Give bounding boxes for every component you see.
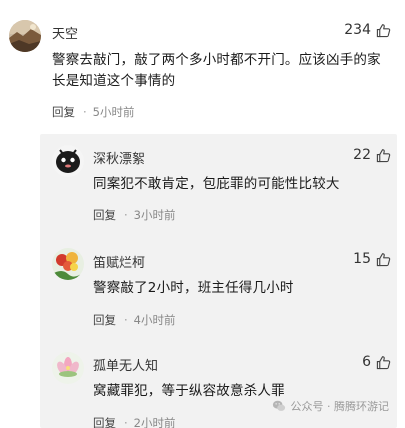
reply-author[interactable]: 笛赋烂柯: [93, 252, 145, 271]
like-count: 234: [344, 22, 371, 38]
reply-text: 同案犯不敢肯定，包庇罪的可能性比较大: [93, 176, 340, 192]
thumbs-up-icon: [376, 148, 391, 162]
timestamp: 4小时前: [133, 313, 176, 327]
reply-author[interactable]: 深秋漂絮: [93, 148, 145, 167]
reply-item: 孤单无人知 6 窝藏罪犯，等于纵容故意杀人罪 回复 · 2小时前: [0, 337, 405, 428]
comment-author[interactable]: 天空: [52, 23, 78, 42]
watermark-text: 公众号 · 腾腾环游记: [290, 400, 390, 413]
meta-separator: ·: [124, 416, 128, 428]
reply-item: 深秋漂絮 22 同案犯不敢肯定，包庇罪的可能性比较大 回复 · 3小时前: [0, 134, 405, 234]
avatar[interactable]: [52, 145, 84, 177]
like-button[interactable]: 6: [362, 354, 391, 370]
like-count: 6: [362, 354, 371, 370]
timestamp: 3小时前: [133, 208, 176, 222]
thumbs-up-icon: [376, 355, 391, 369]
comment-item: 天空 234 警察去敲门，敲了两个多小时都不开门。应该凶手的家长是知道这个事情的…: [0, 0, 405, 130]
reply-item: 笛赋烂柯 15 警察敲了2小时，班主任得几小时 回复 · 4小时前: [0, 235, 405, 335]
reply-text: 警察敲了2小时，班主任得几小时: [93, 280, 294, 296]
avatar[interactable]: [9, 20, 41, 52]
reply-button[interactable]: 回复: [52, 104, 75, 120]
avatar[interactable]: [52, 352, 84, 384]
meta-separator: ·: [124, 208, 128, 222]
meta-separator: ·: [83, 105, 87, 119]
timestamp: 5小时前: [92, 105, 135, 119]
watermark: 公众号 · 腾腾环游记: [272, 398, 390, 414]
comment-meta: 回复 · 5小时前: [52, 104, 134, 120]
comment-text: 警察去敲门，敲了两个多小时都不开门。应该凶手的家长是知道这个事情的: [52, 52, 381, 89]
reply-button[interactable]: 回复: [93, 312, 116, 328]
avatar[interactable]: [52, 248, 84, 280]
reply-button[interactable]: 回复: [93, 415, 116, 428]
wechat-icon: [272, 400, 285, 411]
reply-author[interactable]: 孤单无人知: [93, 355, 158, 374]
like-button[interactable]: 234: [344, 22, 391, 38]
reply-meta: 回复 · 4小时前: [93, 312, 175, 328]
thumbs-up-icon: [376, 252, 391, 266]
like-button[interactable]: 22: [353, 147, 391, 163]
like-button[interactable]: 15: [353, 251, 391, 267]
meta-separator: ·: [124, 313, 128, 327]
like-count: 15: [353, 251, 371, 267]
reply-button[interactable]: 回复: [93, 207, 116, 223]
reply-meta: 回复 · 3小时前: [93, 207, 175, 223]
reply-meta: 回复 · 2小时前: [93, 415, 175, 428]
thumbs-up-icon: [376, 23, 391, 37]
like-count: 22: [353, 147, 371, 163]
timestamp: 2小时前: [133, 416, 176, 428]
